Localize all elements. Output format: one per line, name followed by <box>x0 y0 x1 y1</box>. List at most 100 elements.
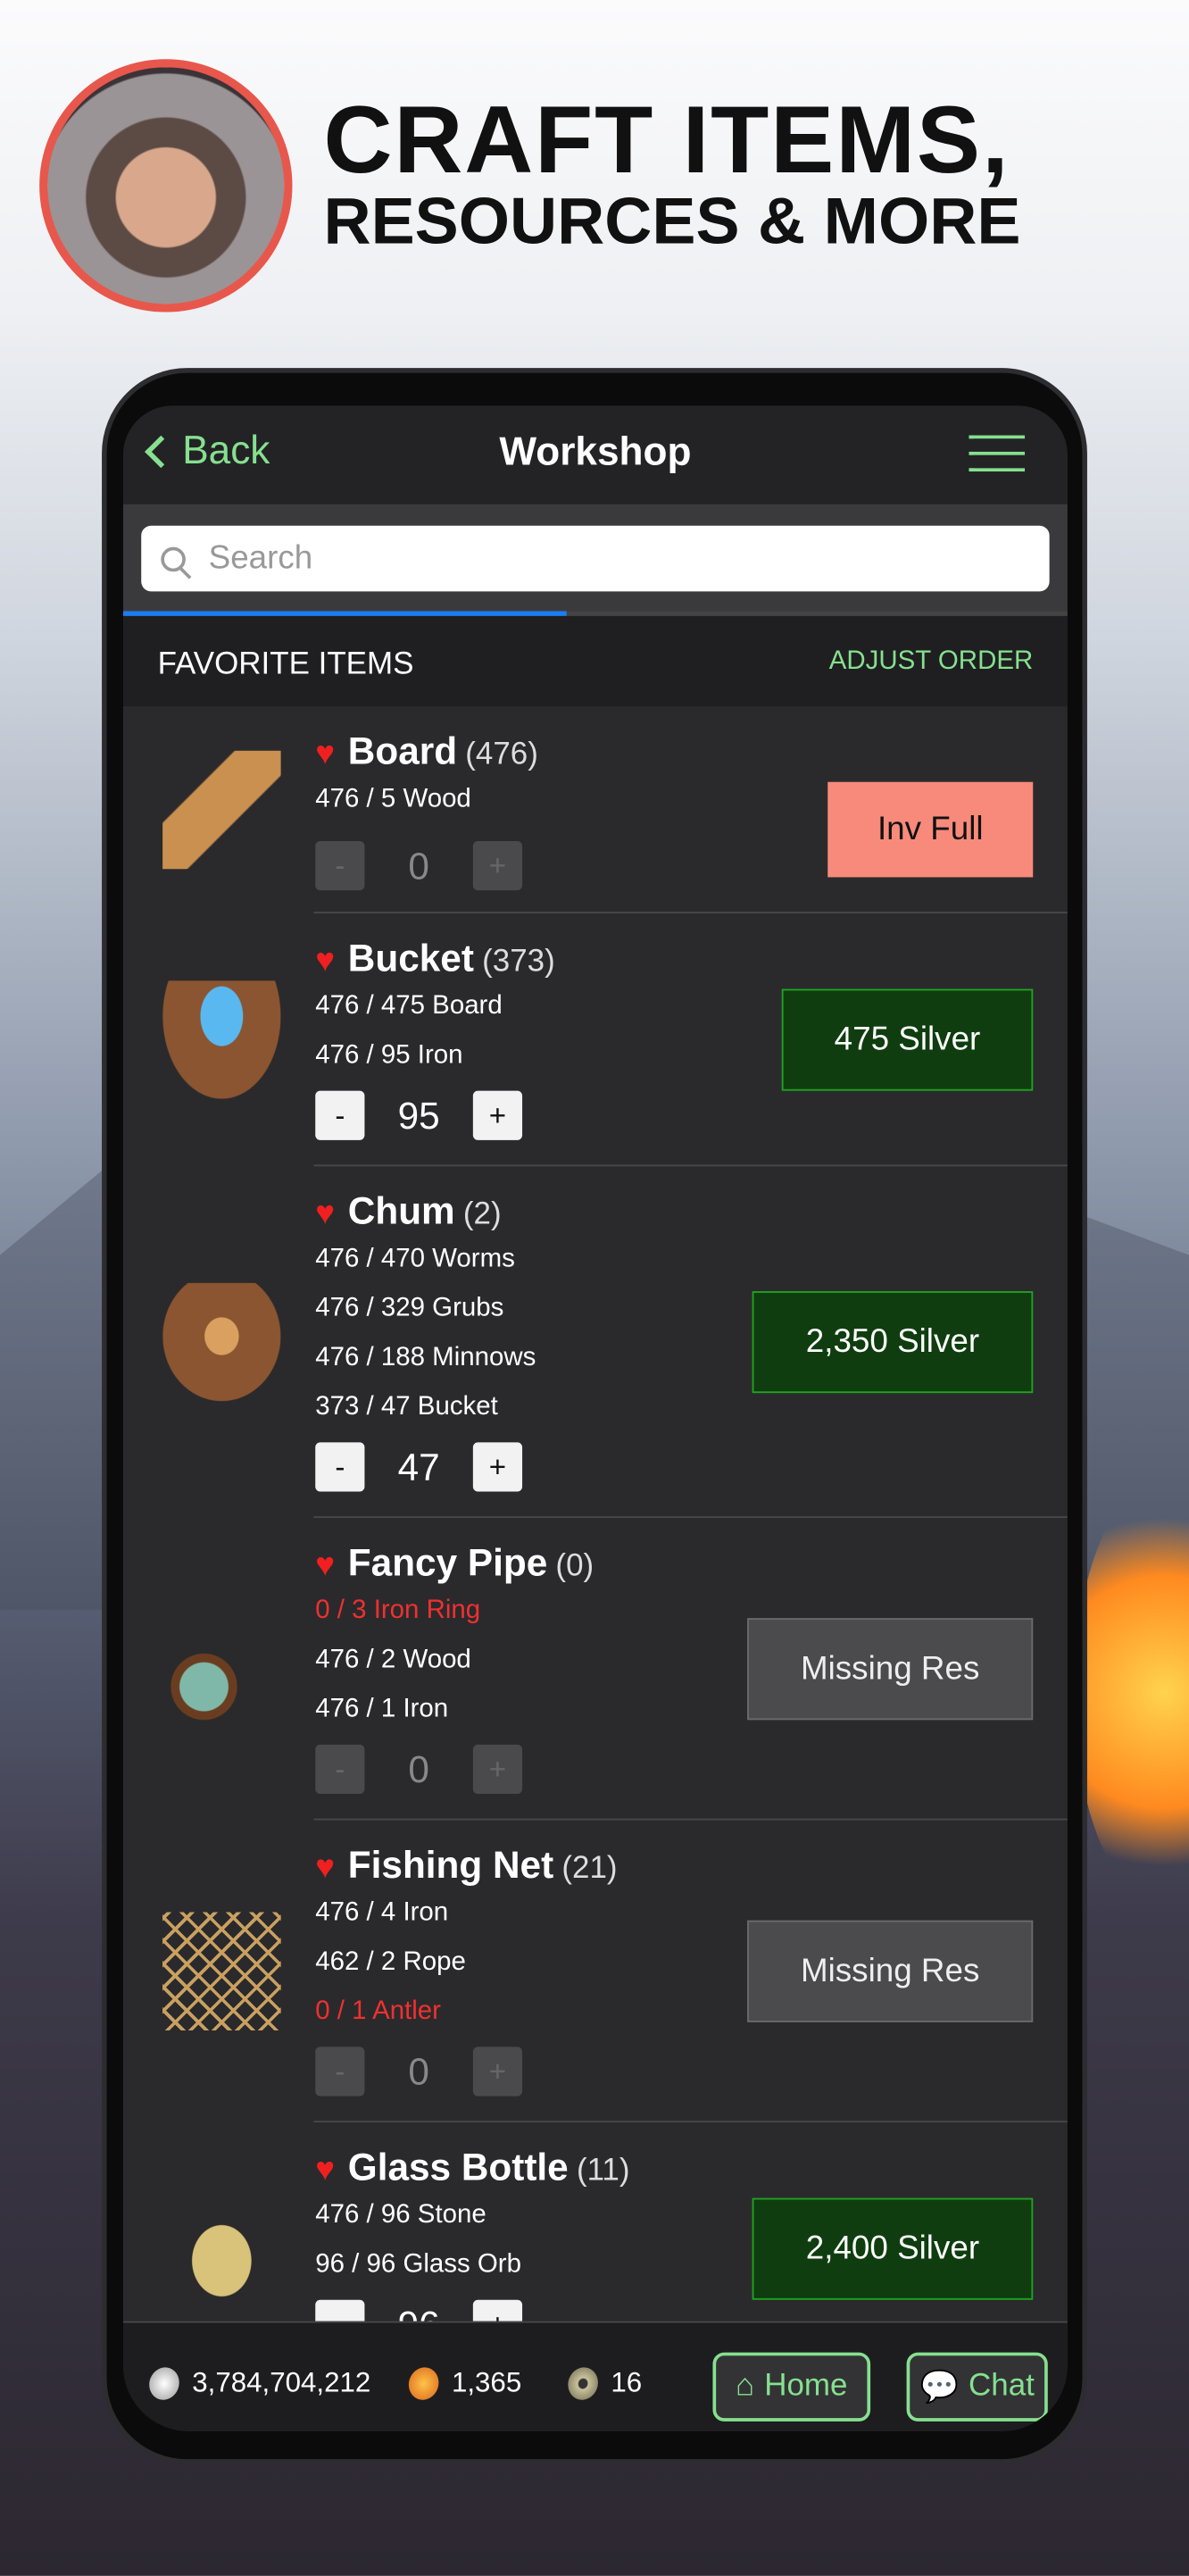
requirement: 476 / 470 Worms <box>315 1245 515 1273</box>
item-row: ♥ Bucket (373) 476 / 475 Board 476 / 95 Iron… <box>162 913 1068 1167</box>
item-owned-count: (373) <box>482 944 555 980</box>
home-icon: ⌂ <box>736 2368 755 2404</box>
quantity-stepper: -0 + <box>315 2047 523 2097</box>
item-name: Fancy Pipe <box>347 1540 548 1584</box>
item-name: Chum <box>347 1189 455 1232</box>
quantity-value: 0 <box>408 2049 429 2092</box>
item-row: ♥ Chum (2) 476 / 470 Worms 476 / 329 Grubs 47… <box>162 1166 1068 1518</box>
item-name: Bucket <box>347 936 474 980</box>
item-title: ♥ Board (476) <box>315 729 538 774</box>
app-store-screenshot: CRAFT ITEMS, RESOURCES & MORE Back Works… <box>0 0 1189 2576</box>
search-bar <box>141 525 1050 592</box>
craft-action-button[interactable]: 2,350 Silver <box>752 1291 1034 1394</box>
decrement-button[interactable]: - <box>315 2047 365 2097</box>
bucket-icon <box>162 980 281 1099</box>
quantity-stepper: -96+ <box>315 2299 523 2322</box>
home-button[interactable]: ⌂ Home <box>712 2352 871 2422</box>
chat-button[interactable]: 💬 Chat <box>906 2352 1048 2422</box>
chum-bucket-icon <box>162 1282 281 1402</box>
requirement: 476 / 1 Iron <box>315 1695 449 1723</box>
pipe-icon <box>162 1610 281 1729</box>
chat-label: Chat <box>969 2368 1035 2404</box>
requirement: 476 / 329 Grubs <box>315 1294 504 1323</box>
item-row: ♥ Fancy Pipe (0) 0 / 3 Iron Ring 476 / 2 Woo… <box>162 1518 1068 1821</box>
search-area <box>122 504 1068 612</box>
token-coin-icon <box>563 2363 603 2405</box>
promo-subheadline: RESOURCES & MORE <box>323 185 1021 258</box>
search-input[interactable] <box>208 539 997 578</box>
craft-action-button[interactable]: Inv Full <box>827 781 1034 878</box>
gold-amount: 1,365 <box>451 2367 522 2399</box>
craft-action-button[interactable]: Missing Res <box>747 1920 1034 2022</box>
item-name: Board <box>347 729 458 772</box>
chat-bubbles-icon: 💬 <box>919 2370 960 2405</box>
requirement: 476 / 188 Minnows <box>315 1343 536 1372</box>
quantity-value: 47 <box>397 1445 440 1488</box>
character-avatar <box>39 59 293 313</box>
requirement: 96 / 96 Glass Orb <box>315 2250 521 2279</box>
quantity-value: 0 <box>408 1747 429 1790</box>
requirement: 0 / 3 Iron Ring <box>315 1596 481 1625</box>
heart-icon[interactable]: ♥ <box>315 943 335 980</box>
craft-action-button[interactable]: 475 Silver <box>781 988 1034 1091</box>
silver-amount: 3,784,704,212 <box>192 2367 371 2399</box>
gold-balance: 1,365 <box>403 2363 522 2405</box>
adjust-order-button[interactable]: ADJUST ORDER <box>829 647 1033 677</box>
section-header: FAVORITE ITEMS ADJUST ORDER <box>122 615 1068 707</box>
heart-icon[interactable]: ♥ <box>315 2152 335 2189</box>
item-row: ♥ Glass Bottle (11) 476 / 96 Stone 96 / 96 G… <box>162 2122 1067 2322</box>
quantity-value: 96 <box>364 2302 472 2321</box>
requirement: 373 / 47 Bucket <box>315 1393 498 1421</box>
heart-icon[interactable]: ♥ <box>315 1196 335 1233</box>
increment-button[interactable]: + <box>472 2299 523 2322</box>
item-row: ♥ Board (476) 476 / 5 Wood -0 + Inv Full <box>162 706 1068 913</box>
decrement-button[interactable]: - <box>315 1090 365 1140</box>
heart-icon[interactable]: ♥ <box>315 1547 335 1585</box>
decrement-button[interactable]: - <box>315 840 365 891</box>
increment-button[interactable]: + <box>472 1442 523 1492</box>
favorite-items-list[interactable]: ♥ Board (476) 476 / 5 Wood -0 + Inv Full ♥ Buck… <box>123 706 1068 2322</box>
item-title: ♥ Chum (2) <box>315 1189 501 1234</box>
requirement: 476 / 5 Wood <box>315 785 471 813</box>
item-title: ♥ Glass Bottle (11) <box>315 2146 629 2190</box>
decrement-button[interactable]: - <box>315 2299 365 2322</box>
increment-button[interactable]: + <box>472 1744 523 1795</box>
page-title: Workshop <box>499 430 692 475</box>
board-icon <box>162 750 281 870</box>
heart-icon[interactable]: ♥ <box>315 1850 335 1888</box>
fishing-net-icon <box>162 1912 281 2030</box>
increment-button[interactable]: + <box>472 1090 523 1140</box>
requirement: 476 / 475 Board <box>315 992 503 1021</box>
requirement: 476 / 95 Iron <box>315 1041 463 1070</box>
list-menu-icon[interactable] <box>969 435 1026 472</box>
search-icon <box>161 546 186 571</box>
glass-bottle-icon <box>162 2189 281 2308</box>
item-owned-count: (476) <box>465 738 538 772</box>
token-amount: 16 <box>611 2367 643 2399</box>
item-name: Fishing Net <box>347 1843 554 1887</box>
item-title: ♥ Fishing Net (21) <box>315 1843 617 1888</box>
item-owned-count: (0) <box>555 1548 594 1584</box>
requirement: 476 / 2 Wood <box>315 1646 471 1674</box>
craft-action-button[interactable]: Missing Res <box>747 1618 1034 1721</box>
item-owned-count: (21) <box>561 1851 618 1887</box>
quantity-value: 95 <box>397 1093 440 1137</box>
quantity-stepper: -0 + <box>315 1744 523 1795</box>
quantity-stepper: -0 + <box>315 840 523 891</box>
craft-action-button[interactable]: 2,400 Silver <box>752 2197 1034 2300</box>
silver-balance: 3,784,704,212 <box>145 2363 371 2405</box>
requirement: 0 / 1 Antler <box>315 1997 441 2026</box>
footer-bar: 3,784,704,212 1,365 16 ⌂ Home 💬 Chat <box>122 2321 1068 2431</box>
phone-screen: Back Workshop FAVORITE ITEMS ADJUST ORDE… <box>122 405 1068 2431</box>
section-title: FAVORITE ITEMS <box>157 646 414 682</box>
quantity-stepper: -95 + <box>315 1090 523 1140</box>
heart-icon[interactable]: ♥ <box>315 736 335 773</box>
item-title: ♥ Fancy Pipe (0) <box>315 1541 594 1586</box>
decrement-button[interactable]: - <box>315 1442 365 1492</box>
requirement: 476 / 96 Stone <box>315 2201 486 2230</box>
requirement: 476 / 4 Iron <box>315 1898 449 1928</box>
decrement-button[interactable]: - <box>315 1744 365 1795</box>
increment-button[interactable]: + <box>472 2047 523 2097</box>
increment-button[interactable]: + <box>472 840 523 891</box>
item-name: Glass Bottle <box>347 2145 569 2188</box>
